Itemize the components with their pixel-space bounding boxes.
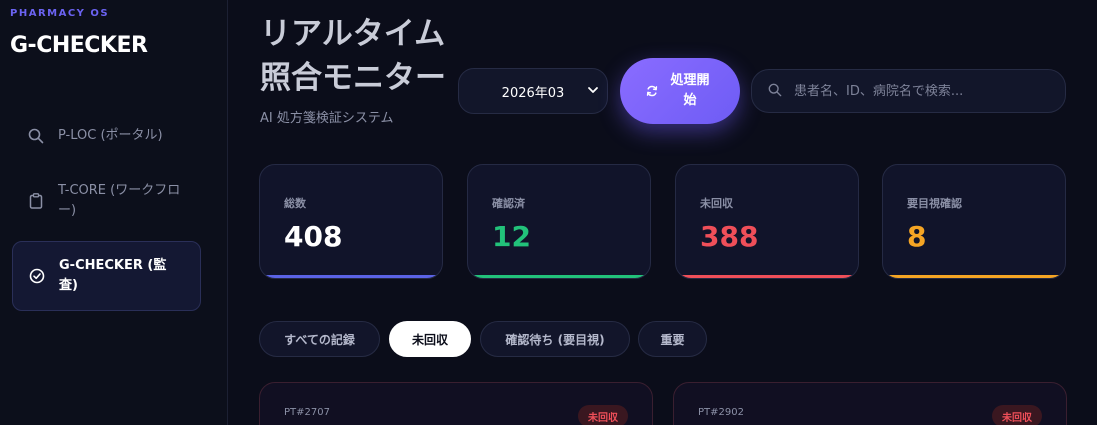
record-card[interactable]: PT#2902 未回収 xyxy=(673,382,1067,425)
brand-title: G-CHECKER xyxy=(10,33,148,58)
sidebar-item-label: P-LOC (ポータル) xyxy=(58,128,163,143)
month-value: 2026年03 xyxy=(501,85,565,101)
stat-label: 未回収 xyxy=(700,197,733,210)
tab-all-records[interactable]: すべての記録 xyxy=(259,321,380,357)
stat-accent-bar xyxy=(676,275,858,278)
sidebar-item-t-core[interactable]: T-CORE (ワークフロー) xyxy=(12,178,201,224)
search-icon xyxy=(768,82,782,101)
tab-important[interactable]: 重要 xyxy=(638,321,707,357)
sidebar-item-label: G-CHECKER (監査) xyxy=(59,258,167,293)
stat-card-visual-check: 要目視確認 8 xyxy=(882,164,1066,279)
sidebar-item-label: T-CORE (ワークフロー) xyxy=(58,183,181,218)
stat-card-confirmed: 確認済 12 xyxy=(467,164,651,279)
stat-value: 8 xyxy=(907,220,927,253)
stat-label: 要目視確認 xyxy=(907,197,962,210)
search-box xyxy=(751,69,1066,113)
stat-value: 408 xyxy=(284,220,343,253)
stat-value: 12 xyxy=(492,220,531,253)
record-id: PT#2902 xyxy=(698,407,744,418)
clipboard-icon xyxy=(28,193,44,209)
stat-label: 総数 xyxy=(284,197,306,210)
stat-card-total: 総数 408 xyxy=(259,164,443,279)
status-badge: 未回収 xyxy=(992,405,1042,425)
brand-kicker: PHARMACY OS xyxy=(10,8,110,19)
stat-value: 388 xyxy=(700,220,759,253)
check-circle-icon xyxy=(29,268,45,284)
search-input[interactable] xyxy=(794,83,1054,99)
record-id: PT#2707 xyxy=(284,407,330,418)
stat-accent-bar xyxy=(883,275,1065,278)
refresh-icon xyxy=(646,82,658,101)
chevron-down-icon xyxy=(587,83,599,101)
stat-accent-bar xyxy=(468,275,650,278)
sidebar-item-g-checker[interactable]: G-CHECKER (監査) xyxy=(12,241,201,311)
page-title: リアルタイム照合モニター xyxy=(260,16,446,96)
stat-card-uncollected: 未回収 388 xyxy=(675,164,859,279)
tab-uncollected[interactable]: 未回収 xyxy=(389,321,471,357)
process-start-label: 処理開始 xyxy=(670,73,710,108)
sidebar: PHARMACY OS G-CHECKER P-LOC (ポータル) T-COR… xyxy=(0,0,228,425)
process-start-button[interactable]: 処理開始 xyxy=(620,58,740,124)
status-badge: 未回収 xyxy=(578,405,628,425)
search-icon xyxy=(28,128,44,144)
sidebar-item-p-loc[interactable]: P-LOC (ポータル) xyxy=(12,122,201,150)
month-select[interactable]: 2026年03 xyxy=(458,68,608,114)
page-subtitle: AI 処方箋検証システム xyxy=(260,111,394,126)
tab-pending-visual[interactable]: 確認待ち (要目視) xyxy=(480,321,630,357)
stat-accent-bar xyxy=(260,275,442,278)
stat-label: 確認済 xyxy=(492,197,525,210)
record-card[interactable]: PT#2707 未回収 xyxy=(259,382,653,425)
